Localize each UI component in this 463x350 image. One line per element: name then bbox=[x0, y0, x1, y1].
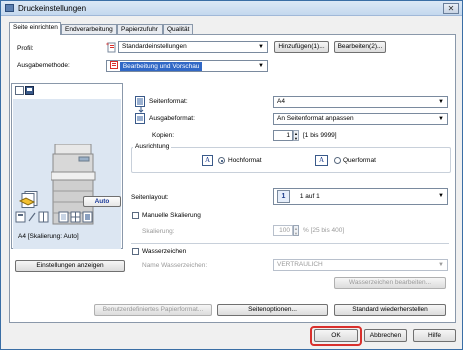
output-format-icon bbox=[135, 113, 145, 124]
chevron-down-icon: ▼ bbox=[258, 44, 264, 50]
watermark-label[interactable]: Wasserzeichen bbox=[142, 248, 186, 255]
staple-icon bbox=[15, 211, 26, 223]
poster-icon bbox=[82, 211, 93, 223]
restore-defaults-button[interactable]: Standard wiederherstellen bbox=[334, 304, 446, 316]
chevron-down-icon: ▼ bbox=[438, 262, 444, 268]
tab-quality[interactable]: Qualität bbox=[163, 24, 193, 34]
divider bbox=[131, 243, 449, 244]
page-format-label: Seitenformat: bbox=[149, 98, 188, 105]
page-layout-label: Seitenlayout: bbox=[131, 194, 169, 201]
output-format-label: Ausgabeformat: bbox=[149, 115, 195, 122]
window-title: Druckeinstellungen bbox=[18, 4, 87, 13]
custom-paper-button[interactable]: Benutzerdefiniertes Papierformat... bbox=[94, 304, 212, 316]
preview-caption: A4 [Skalierung: Auto] bbox=[18, 233, 79, 240]
preview-canvas: Auto bbox=[13, 99, 121, 249]
orientation-group bbox=[131, 147, 451, 173]
profile-label: Profil: bbox=[17, 45, 34, 52]
page-format-icon bbox=[135, 96, 145, 107]
svg-text:*: * bbox=[106, 42, 109, 49]
watermark-checkbox[interactable] bbox=[132, 248, 139, 255]
scaling-stepper[interactable]: ▲ ▼ bbox=[293, 225, 299, 236]
show-settings-button[interactable]: Einstellungen anzeigen bbox=[15, 260, 125, 272]
chevron-down-icon: ▼ bbox=[438, 193, 444, 199]
arrow-icon bbox=[28, 212, 36, 222]
profile-star-icon: * bbox=[106, 42, 116, 53]
chevron-down-icon: ▼ bbox=[438, 99, 444, 105]
portrait-radio[interactable] bbox=[218, 157, 225, 164]
watermark-name-label: Name Wasserzeichen: bbox=[142, 262, 208, 269]
orientation-title: Ausrichtung bbox=[133, 143, 172, 150]
nup-icon bbox=[70, 211, 81, 223]
copies-range: [1 bis 9999] bbox=[303, 132, 337, 139]
preview-toolbar bbox=[15, 211, 93, 223]
scaling-label: Skalierung: bbox=[142, 228, 175, 235]
manual-scaling-label[interactable]: Manuelle Skalierung bbox=[142, 212, 201, 219]
landscape-radio[interactable] bbox=[334, 157, 341, 164]
printer-app-icon bbox=[5, 4, 14, 12]
page-format-value: A4 bbox=[277, 98, 285, 105]
copies-label: Kopien: bbox=[152, 132, 175, 139]
watermark-value: VERTRAULICH bbox=[277, 261, 323, 268]
auto-scale-button[interactable]: Auto bbox=[83, 196, 121, 207]
page-layout-select[interactable]: 1 1 auf 1 ▼ bbox=[273, 188, 448, 205]
chevron-down-icon: ▼ bbox=[438, 116, 444, 122]
output-method-label: Ausgabemethode: bbox=[17, 62, 70, 69]
close-button[interactable]: ✕ bbox=[443, 3, 459, 14]
portrait-label[interactable]: Hochformat bbox=[228, 157, 262, 164]
landscape-icon: A bbox=[315, 155, 328, 166]
edit-preview-icon bbox=[110, 61, 118, 69]
ok-button[interactable]: OK bbox=[314, 329, 358, 342]
edit-profile-button[interactable]: Bearbeiten(2)... bbox=[334, 41, 386, 53]
title-bar: Druckeinstellungen ✕ bbox=[1, 1, 462, 16]
page-layout-value: 1 auf 1 bbox=[299, 193, 320, 200]
output-format-value: An Seitenformat anpassen bbox=[277, 115, 354, 122]
chevron-down-icon: ▼ bbox=[258, 63, 264, 69]
page-view-icon[interactable] bbox=[15, 86, 24, 95]
landscape-label[interactable]: Querformat bbox=[343, 157, 376, 164]
print-settings-dialog: Druckeinstellungen ✕ Seite einrichten En… bbox=[0, 0, 463, 350]
add-profile-button[interactable]: Hinzufügen(1)... bbox=[274, 41, 329, 53]
portrait-icon: A bbox=[202, 155, 213, 166]
copies-stepper[interactable]: ▲ ▼ bbox=[293, 130, 299, 141]
watermark-select[interactable]: VERTRAULICH ▼ bbox=[273, 259, 448, 271]
edit-watermark-button[interactable]: Wasserzeichen bearbeiten... bbox=[334, 277, 446, 289]
print-preview: Auto bbox=[11, 83, 123, 249]
page-options-button[interactable]: Seitenoptionen... bbox=[217, 304, 328, 316]
tab-paper-source[interactable]: Papierzufuhr bbox=[117, 24, 163, 34]
booklet-icon bbox=[38, 211, 49, 223]
tab-page-setup[interactable]: Seite einrichten bbox=[9, 22, 61, 35]
tab-finishing[interactable]: Endverarbeitung bbox=[61, 24, 117, 34]
page-stack-icon bbox=[19, 191, 38, 208]
output-method-value: Bearbeitung und Vorschau bbox=[119, 62, 203, 71]
scaling-input[interactable]: 100 bbox=[273, 225, 293, 236]
manual-scaling-checkbox[interactable] bbox=[132, 212, 139, 219]
page-format-select[interactable]: A4 ▼ bbox=[273, 96, 448, 108]
output-method-select[interactable]: Bearbeitung und Vorschau ▼ bbox=[106, 60, 268, 72]
printer-view-icon[interactable] bbox=[25, 86, 34, 95]
page-layout-badge: 1 bbox=[277, 189, 290, 203]
copies-input[interactable]: 1 bbox=[273, 130, 293, 141]
profile-select[interactable]: Standardeinstellungen ▼ bbox=[118, 41, 268, 53]
scaling-range: % [25 bis 400] bbox=[303, 227, 345, 234]
help-button[interactable]: Hilfe bbox=[413, 329, 456, 342]
output-format-select[interactable]: An Seitenformat anpassen ▼ bbox=[273, 113, 448, 125]
duplex-icon bbox=[58, 211, 69, 223]
profile-value: Standardeinstellungen bbox=[122, 43, 187, 50]
cancel-button[interactable]: Abbrechen bbox=[364, 329, 407, 342]
